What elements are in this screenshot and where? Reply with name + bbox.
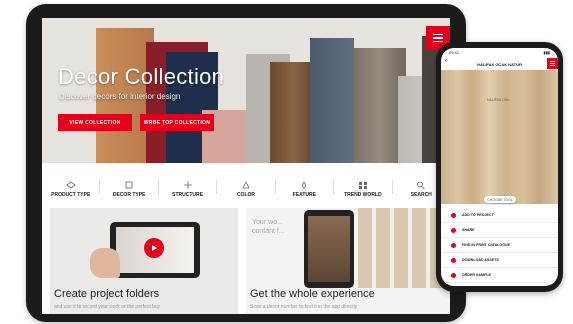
action-order-sample[interactable]: ORDER SAMPLE — [441, 268, 558, 283]
card-subtitle: and use it to record your work or the pe… — [54, 304, 161, 310]
tablet-device: Decor Collection Discover decors for int… — [26, 4, 466, 322]
nav-label: PRODUCT TYPE — [51, 192, 91, 198]
plus-icon — [451, 212, 456, 218]
card-project-folders[interactable]: Create project folders and use it to rec… — [50, 208, 238, 314]
hand-illustration — [90, 248, 120, 278]
action-label: DOWNLOAD ASSETS — [462, 258, 499, 262]
phone-device: 09:41 ▮▮▮ ‹ HALIFAX OCAK NATUR HALIFAX O… — [436, 42, 563, 292]
status-bar: 09:41 ▮▮▮ — [441, 48, 558, 57]
action-label: ORDER SAMPLE — [462, 273, 491, 277]
action-download-assets[interactable]: DOWNLOAD ASSETS — [441, 253, 558, 268]
status-signal: ▮▮▮ — [543, 50, 550, 55]
nav-decor-type[interactable]: DECOR TYPE — [100, 174, 157, 200]
decor-preview-image: HALIFAX OAK — [441, 70, 558, 204]
phone-header: ‹ HALIFAX OCAK NATUR — [441, 58, 558, 70]
top-collection-button[interactable]: WRBE TOP COLLECTION — [140, 114, 214, 131]
catalogue-icon — [451, 242, 456, 248]
choose-tool-button[interactable]: CHOOSE TOOL — [484, 196, 516, 203]
share-icon — [451, 227, 456, 233]
phone-illustration-screen — [308, 216, 350, 282]
nav-trend-world[interactable]: TREND WORLD — [334, 174, 391, 200]
card-title: Get the whole experience — [250, 288, 375, 300]
play-icon — [144, 238, 164, 258]
nav-product-type[interactable]: PRODUCT TYPE — [42, 174, 99, 200]
card-whole-experience[interactable]: Your wo... contant f... Get the whole ex… — [246, 208, 450, 314]
card-subtitle: Scan a decor number to find it in the ap… — [250, 304, 358, 310]
card-overlay-text: Your wo... contant f... — [252, 219, 285, 235]
status-time: 09:41 — [449, 50, 460, 55]
category-nav: PRODUCT TYPE DECOR TYPE STRUCTURE COLOR … — [42, 174, 450, 200]
action-share[interactable]: SHARE — [441, 223, 558, 238]
nav-label: STRUCTURE — [172, 192, 203, 198]
menu-icon-bar — [433, 37, 443, 39]
hero-subtitle: Discover decors for interior design — [59, 92, 181, 101]
action-label: FIND IN PRINT CATALOGUE — [462, 243, 510, 247]
decor-type-icon — [125, 181, 133, 189]
decor-name-label: HALIFAX OAK — [487, 98, 510, 102]
action-find-in-catalogue[interactable]: FIND IN PRINT CATALOGUE — [441, 238, 558, 253]
view-collection-button[interactable]: VIEW COLLECTION — [58, 114, 132, 131]
nav-label: COLOR — [236, 192, 255, 198]
decor-panel-blue — [310, 38, 354, 163]
nav-label: FEATURE — [292, 192, 317, 198]
phone-menu-button[interactable] — [547, 58, 558, 69]
menu-icon-bar — [433, 33, 443, 36]
nav-label: DECOR TYPE — [112, 192, 146, 198]
tablet-screen: Decor Collection Discover decors for int… — [42, 18, 450, 314]
nav-feature[interactable]: FEATURE — [276, 174, 333, 200]
action-label: SHARE — [462, 228, 475, 232]
menu-icon-bar — [550, 63, 555, 64]
search-icon — [417, 181, 426, 189]
hero-title: Decor Collection — [58, 64, 225, 89]
phone-screen: 09:41 ▮▮▮ ‹ HALIFAX OCAK NATUR HALIFAX O… — [441, 48, 558, 286]
action-list: ADD TO PROJECT SHARE FIND IN PRINT CATAL… — [441, 208, 558, 283]
feature-icon — [302, 181, 307, 189]
menu-icon-bar — [550, 61, 555, 62]
product-type-icon — [66, 181, 76, 189]
nav-color[interactable]: COLOR — [217, 174, 274, 200]
menu-icon-bar — [550, 65, 555, 66]
phone-header-title: HALIFAX OCAK NATUR — [477, 61, 522, 67]
nav-label: SEARCH — [410, 192, 432, 198]
hero-banner: Decor Collection Discover decors for int… — [42, 18, 450, 163]
download-icon — [451, 257, 456, 263]
structure-icon — [183, 181, 192, 189]
nav-structure[interactable]: STRUCTURE — [159, 174, 216, 200]
nav-label: TREND WORLD — [344, 192, 382, 198]
back-button[interactable]: ‹ — [445, 58, 447, 64]
card-title: Create project folders — [54, 288, 160, 300]
action-add-to-project[interactable]: ADD TO PROJECT — [441, 208, 558, 223]
color-icon — [242, 181, 250, 189]
trend-world-icon — [358, 182, 367, 189]
menu-icon-bar — [433, 40, 443, 43]
cart-icon — [451, 272, 456, 278]
action-label: ADD TO PROJECT — [462, 213, 494, 217]
